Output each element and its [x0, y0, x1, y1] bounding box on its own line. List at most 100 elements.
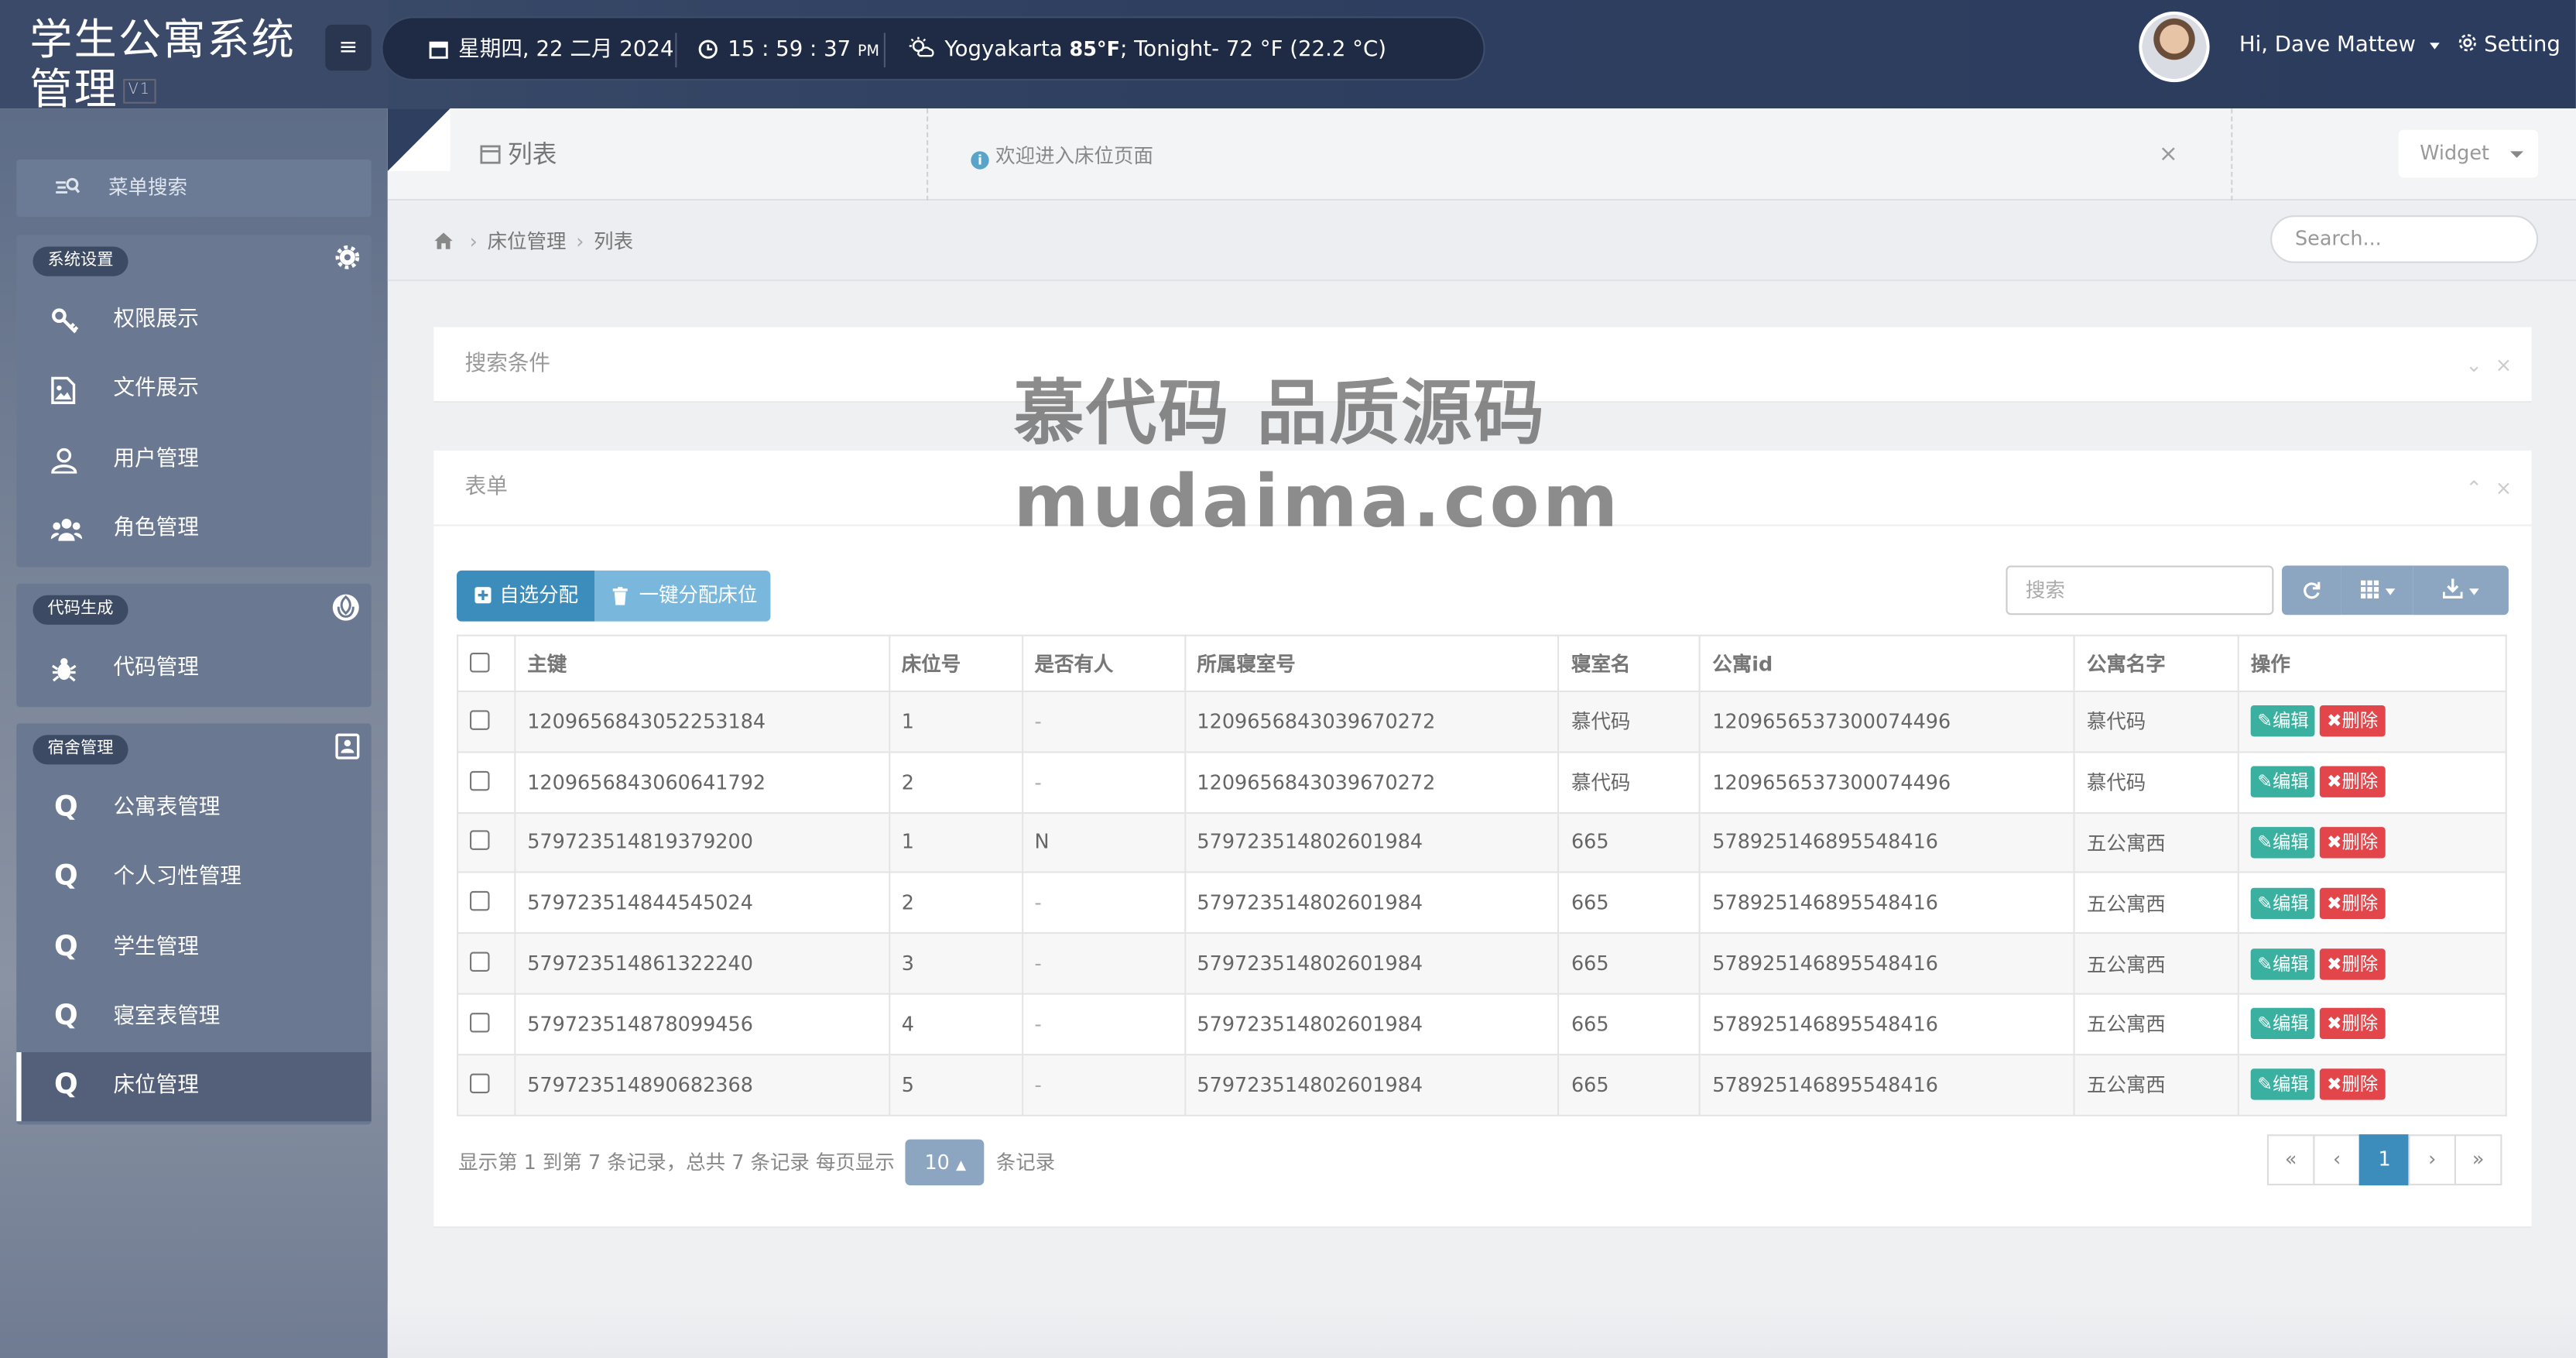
- column-header[interactable]: 寝室名: [1557, 634, 1701, 692]
- delete-button[interactable]: ✖删除: [2320, 827, 2385, 859]
- delete-button[interactable]: ✖删除: [2320, 1008, 2385, 1040]
- edit-button[interactable]: ✎编辑: [2250, 887, 2316, 919]
- column-header[interactable]: 床位号: [888, 634, 1023, 692]
- row-checkbox[interactable]: [457, 751, 516, 814]
- table-row[interactable]: 1209656843060641792 2-1209656843039670272…: [457, 751, 2507, 814]
- sidebar-item-apartments[interactable]: Q 公寓表管理: [16, 774, 371, 844]
- table-cell: 578925146895548416: [1699, 811, 2075, 874]
- refresh-button[interactable]: [2282, 565, 2341, 616]
- contact-card-icon[interactable]: [335, 733, 360, 760]
- home-icon[interactable]: [433, 231, 453, 249]
- sidebar-item-code[interactable]: 代码管理: [16, 635, 371, 705]
- prev-page-button[interactable]: ‹: [2313, 1134, 2361, 1186]
- avatar[interactable]: [2139, 11, 2210, 83]
- edit-button[interactable]: ✎编辑: [2250, 705, 2316, 738]
- edit-button[interactable]: ✎编辑: [2250, 766, 2316, 798]
- sidebar-item-habits[interactable]: Q 个人习性管理: [16, 844, 371, 914]
- close-icon[interactable]: ×: [2159, 142, 2178, 168]
- table-cell: 五公寓西: [2073, 811, 2240, 874]
- sidebar-item-files[interactable]: 文件展示: [16, 355, 371, 425]
- delete-button[interactable]: ✖删除: [2320, 766, 2385, 798]
- table-header-row: 主键 床位号 是否有人 所属寝室号 寝室名 公寓id 公寓名字 操作: [457, 634, 2507, 692]
- page-1-button[interactable]: 1: [2358, 1134, 2410, 1186]
- delete-button[interactable]: ✖删除: [2320, 887, 2385, 919]
- table-cell: 5: [888, 1053, 1023, 1116]
- table-search-input[interactable]: 搜索: [2006, 565, 2274, 616]
- edit-button[interactable]: ✎编辑: [2250, 948, 2316, 979]
- delete-button[interactable]: ✖删除: [2320, 705, 2385, 738]
- select-all-checkbox[interactable]: [457, 634, 516, 692]
- first-page-button[interactable]: «: [2266, 1134, 2315, 1186]
- column-header[interactable]: 公寓名字: [2073, 634, 2240, 692]
- export-button[interactable]: [2413, 565, 2509, 616]
- menu-search[interactable]: 菜单搜索: [16, 159, 372, 218]
- panel-tools: ⌃ ×: [2452, 451, 2512, 526]
- close-icon[interactable]: ×: [2496, 354, 2512, 377]
- close-icon[interactable]: ×: [2496, 477, 2512, 500]
- columns-button[interactable]: [2341, 565, 2413, 616]
- tab-list[interactable]: 列表: [480, 136, 557, 171]
- column-header[interactable]: 主键: [514, 634, 890, 692]
- panel-header: 表单 ⌃ ×: [433, 451, 2532, 526]
- sidebar-item-students[interactable]: Q 学生管理: [16, 914, 371, 983]
- bug-icon: [52, 658, 77, 682]
- table-cell: 2: [888, 872, 1023, 934]
- breadcrumb-item[interactable]: 床位管理: [488, 230, 567, 253]
- chevron-up-icon[interactable]: ⌃: [2465, 477, 2482, 500]
- edit-button[interactable]: ✎编辑: [2250, 827, 2316, 859]
- pagination-info: 显示第 1 到第 7 条记录，总共 7 条记录 每页显示 10 ▲ 条记录: [458, 1139, 1055, 1186]
- last-page-button[interactable]: »: [2454, 1134, 2502, 1186]
- version-badge: V1: [123, 78, 156, 104]
- divider: [675, 33, 677, 68]
- auto-assign-button[interactable]: 一键分配床位: [594, 570, 771, 622]
- row-checkbox[interactable]: [457, 872, 516, 934]
- rebel-icon[interactable]: [332, 594, 360, 622]
- row-checkbox[interactable]: [457, 690, 516, 753]
- sidebar-group-header: 宿舍管理: [16, 723, 371, 774]
- sidebar-item-dorm-rooms[interactable]: Q 寝室表管理: [16, 983, 371, 1053]
- sidebar-item-permissions[interactable]: 权限展示: [16, 286, 371, 355]
- edit-button[interactable]: ✎编辑: [2250, 1068, 2316, 1100]
- breadcrumb-bar: › 床位管理 › 列表 Search...: [387, 202, 2576, 282]
- sidebar-item-beds[interactable]: Q 床位管理: [16, 1052, 372, 1123]
- table-row[interactable]: 579723514878099456 4-579723514802601984 66…: [457, 993, 2507, 1055]
- row-checkbox[interactable]: [457, 1053, 516, 1116]
- edit-button[interactable]: ✎编辑: [2250, 1008, 2316, 1040]
- table-cell: 五公寓西: [2073, 1053, 2240, 1116]
- widget-dropdown[interactable]: Widget: [2398, 129, 2539, 178]
- table-row[interactable]: 1209656843052253184 1-1209656843039670272…: [457, 690, 2507, 753]
- delete-button[interactable]: ✖删除: [2320, 948, 2385, 979]
- row-checkbox[interactable]: [457, 811, 516, 874]
- global-search-input[interactable]: Search...: [2270, 215, 2539, 263]
- column-header[interactable]: 所属寝室号: [1184, 634, 1560, 692]
- row-actions: ✎编辑 ✖删除: [2237, 993, 2507, 1055]
- sidebar-item-roles[interactable]: 角色管理: [16, 495, 371, 564]
- table-row[interactable]: 579723514844545024 2-579723514802601984 66…: [457, 872, 2507, 934]
- delete-button[interactable]: ✖删除: [2320, 1068, 2385, 1100]
- trash-icon: [612, 587, 628, 605]
- chevron-down-icon[interactable]: ⌄: [2465, 354, 2482, 377]
- table-cell: 579723514878099456: [514, 993, 890, 1055]
- gear-icon[interactable]: [335, 245, 360, 269]
- download-icon: [2442, 578, 2464, 599]
- table-cell: 579723514802601984: [1184, 811, 1560, 874]
- row-checkbox[interactable]: [457, 932, 516, 995]
- next-page-button[interactable]: ›: [2408, 1134, 2456, 1186]
- table-cell: 578925146895548416: [1699, 993, 2075, 1055]
- pagination: « ‹ 1 › »: [2266, 1134, 2502, 1186]
- app-window: 学生公寓系统管理 V1 ≡ 星期四, 22 二月 2024 15 : 59 : 3…: [0, 0, 2576, 1358]
- table-row[interactable]: 579723514819379200 1 N 579723514802601984 66…: [457, 811, 2507, 874]
- table-row[interactable]: 579723514890682368 5-579723514802601984 66…: [457, 1053, 2507, 1116]
- sidebar-item-users[interactable]: 用户管理: [16, 425, 371, 495]
- info-icon: i: [971, 151, 989, 170]
- page-size-dropdown[interactable]: 10 ▲: [906, 1139, 985, 1186]
- column-header[interactable]: 是否有人: [1021, 634, 1186, 692]
- row-checkbox[interactable]: [457, 993, 516, 1055]
- user-greeting[interactable]: Hi, Dave Mattew: [2239, 33, 2439, 57]
- self-assign-button[interactable]: 自选分配: [457, 570, 595, 622]
- menu-toggle-button[interactable]: ≡: [325, 24, 372, 71]
- row-actions: ✎编辑 ✖删除: [2237, 751, 2507, 814]
- column-header[interactable]: 公寓id: [1699, 634, 2075, 692]
- table-row[interactable]: 579723514861322240 3-579723514802601984 66…: [457, 932, 2507, 995]
- setting-button[interactable]: Setting: [2458, 33, 2561, 57]
